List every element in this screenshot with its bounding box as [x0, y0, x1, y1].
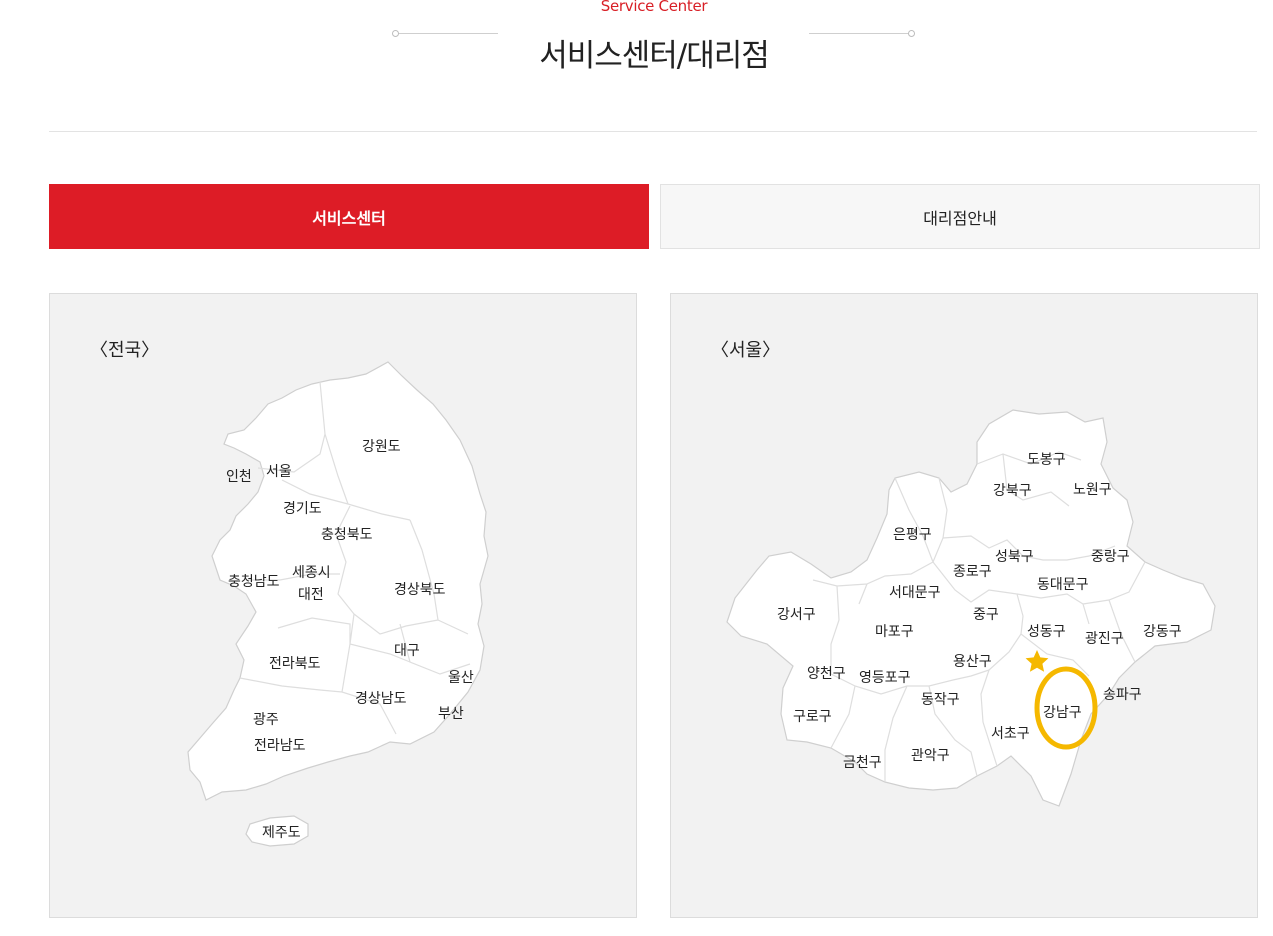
district-label-seongbuk: 성북구: [995, 549, 1034, 565]
tab-service-center[interactable]: 서비스센터: [49, 184, 649, 249]
map-label-gwangju: 광주: [253, 712, 279, 728]
district-label-nowon: 노원구: [1073, 482, 1112, 498]
page-subtitle: Service Center: [600, 0, 708, 15]
district-label-jung: 중구: [973, 607, 999, 623]
map-label-jeonbuk: 전라북도: [269, 656, 321, 672]
map-label-chungnam: 충청남도: [228, 574, 280, 590]
district-label-yongsan: 용산구: [953, 654, 992, 670]
map-label-gyeongnam: 경상남도: [355, 691, 407, 707]
district-label-gwanak: 관악구: [911, 748, 950, 764]
district-label-geumcheon: 금천구: [843, 755, 882, 771]
map-label-incheon: 인천: [226, 469, 252, 485]
district-label-seodaemun: 서대문구: [889, 585, 941, 601]
map-label-ulsan: 울산: [448, 670, 474, 686]
district-label-gangbuk: 강북구: [993, 483, 1032, 499]
map-label-chungbuk: 충청북도: [321, 527, 373, 543]
district-label-yangcheon: 양천구: [807, 666, 846, 682]
header-divider: [49, 131, 1257, 132]
page-title: 서비스센터/대리점: [539, 38, 770, 74]
title-decoration-right: [809, 30, 915, 37]
district-label-guro: 구로구: [793, 709, 832, 725]
map-label-daejeon: 대전: [298, 587, 324, 603]
map-label-gyeonggi: 경기도: [283, 501, 322, 517]
district-label-gangseo: 강서구: [777, 607, 816, 623]
district-label-mapo: 마포구: [875, 624, 914, 640]
district-label-dobong: 도봉구: [1027, 452, 1066, 468]
map-label-daegu: 대구: [394, 643, 420, 659]
district-label-seongdong: 성동구: [1027, 624, 1066, 640]
district-label-yeongdeungpo: 영등포구: [859, 670, 911, 686]
map-label-gyeongbuk: 경상북도: [394, 582, 446, 598]
map-label-gangwon: 강원도: [362, 439, 401, 455]
national-map-panel: 〈전국〉 강원도 인천 서울 경기도 충청북도 충청남도 세종시 대전 경상북도…: [49, 293, 637, 918]
map-label-sejong: 세종시: [292, 565, 331, 581]
page-header: Service Center 서비스센터/대리점: [0, 0, 1273, 132]
district-label-gwangjin: 광진구: [1085, 631, 1124, 647]
seoul-map: 도봉구 강북구 노원구 은평구 성북구 중랑구 종로구 서대문구 동대문구 강서…: [726, 409, 1216, 807]
map-label-jeju: 제주도: [262, 825, 301, 841]
map-label-seoul: 서울: [266, 464, 292, 480]
district-label-jungnang: 중랑구: [1091, 549, 1130, 565]
district-label-eunpyeong: 은평구: [893, 527, 932, 543]
map-label-busan: 부산: [438, 706, 464, 722]
district-label-dongjak: 동작구: [921, 692, 960, 708]
map-label-jeonnam: 전라남도: [254, 738, 306, 754]
korea-map: 강원도 인천 서울 경기도 충청북도 충청남도 세종시 대전 경상북도 대구 전…: [187, 361, 489, 847]
district-label-dongdaemun: 동대문구: [1037, 577, 1089, 593]
tab-dealer-info[interactable]: 대리점안내: [660, 184, 1260, 249]
district-label-seocho: 서초구: [991, 726, 1030, 742]
district-label-gangnam: 강남구: [1043, 705, 1082, 721]
district-label-jongno: 종로구: [953, 564, 992, 580]
district-label-gangdong: 강동구: [1143, 624, 1182, 640]
district-label-songpa: 송파구: [1103, 687, 1142, 703]
seoul-map-panel: 〈서울〉 도봉구 강북구 노원구 은평구 성북구 중랑구 종로구 서대문구 동대…: [670, 293, 1258, 918]
